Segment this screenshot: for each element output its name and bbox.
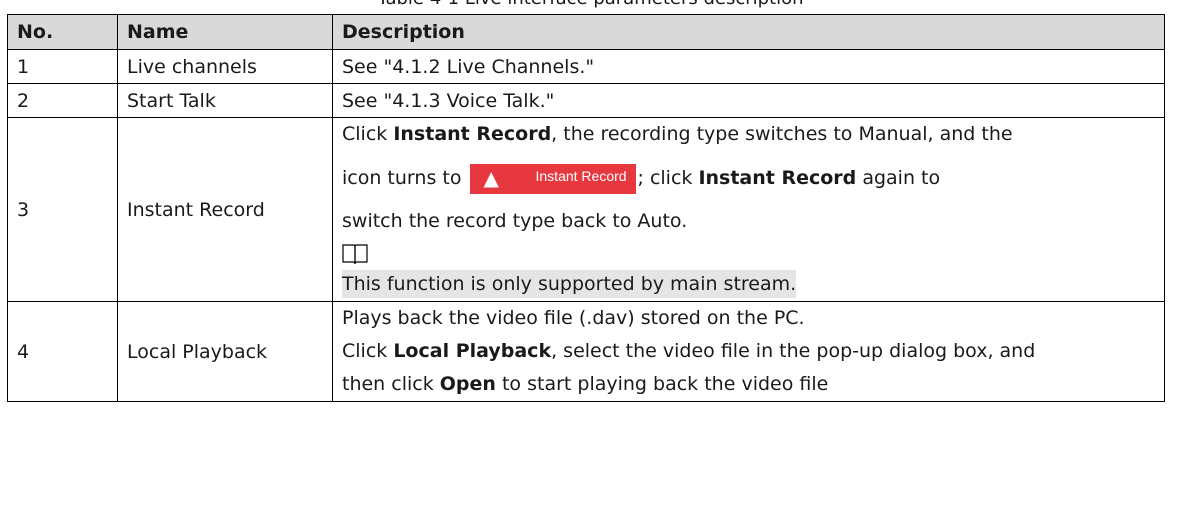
text: Click <box>342 123 394 145</box>
button-label: Instant Record <box>535 167 627 184</box>
row-description: Click Instant Record, the recording type… <box>332 117 1165 302</box>
desc-line: Plays back the video file (.dav) stored … <box>342 307 805 329</box>
row-name: Live channels <box>117 49 333 84</box>
row-no: 1 <box>7 49 118 84</box>
text: to start playing back the video file <box>495 373 829 395</box>
bold-term: Instant Record <box>393 123 552 145</box>
note-text: This function is only supported by main … <box>342 270 797 298</box>
warning-triangle-icon: ▲ <box>483 165 499 190</box>
parameters-table: No. Name Description 1 Live channels See… <box>7 14 1165 402</box>
row-no: 2 <box>7 83 118 118</box>
table-caption: Table 4-1 Live interface parameters desc… <box>0 0 1181 9</box>
header-description: Description <box>332 14 1165 50</box>
desc-line: Click Local Playback, select the video f… <box>342 335 1155 368</box>
row-no: 4 <box>7 301 118 402</box>
instant-record-button: ▲ Instant Record <box>469 163 636 194</box>
text: , select the video file in the pop-up di… <box>551 340 1036 362</box>
text: ; click <box>637 167 699 189</box>
text: Click <box>342 340 394 362</box>
note-icon-line <box>342 238 1155 268</box>
table-header-row: No. Name Description <box>7 14 1165 50</box>
row-name: Start Talk <box>117 83 333 118</box>
bold-term: Open <box>439 373 496 395</box>
desc-line: Click Instant Record, the recording type… <box>342 118 1155 151</box>
header-no: No. <box>7 14 118 50</box>
table-row: 3 Instant Record Click Instant Record, t… <box>7 117 1165 302</box>
text: again to <box>856 167 941 189</box>
note-line: This function is only supported by main … <box>342 268 1155 301</box>
table-row: 2 Start Talk See "4.1.3 Voice Talk." <box>7 83 1165 118</box>
header-name: Name <box>117 14 333 50</box>
table-row: 1 Live channels See "4.1.2 Live Channels… <box>7 49 1165 84</box>
row-name: Instant Record <box>117 117 333 302</box>
row-name: Local Playback <box>117 301 333 402</box>
row-description: See "4.1.2 Live Channels." <box>332 49 1165 84</box>
bold-term: Instant Record <box>698 167 857 189</box>
row-description: Plays back the video file (.dav) stored … <box>332 301 1165 402</box>
row-no: 3 <box>7 117 118 302</box>
row-description: See "4.1.3 Voice Talk." <box>332 83 1165 118</box>
desc-line: then click Open to start playing back th… <box>342 368 1155 401</box>
book-note-icon <box>342 243 368 264</box>
table-row: 4 Local Playback Plays back the video fi… <box>7 301 1165 402</box>
desc-line: icon turns to ▲ Instant Record; click Ins… <box>342 151 1155 205</box>
text: then click <box>342 373 440 395</box>
text: , the recording type switches to Manual,… <box>551 123 1013 145</box>
desc-line: switch the record type back to Auto. <box>342 210 688 232</box>
text: icon turns to <box>342 167 468 189</box>
bold-term: Local Playback <box>393 340 552 362</box>
